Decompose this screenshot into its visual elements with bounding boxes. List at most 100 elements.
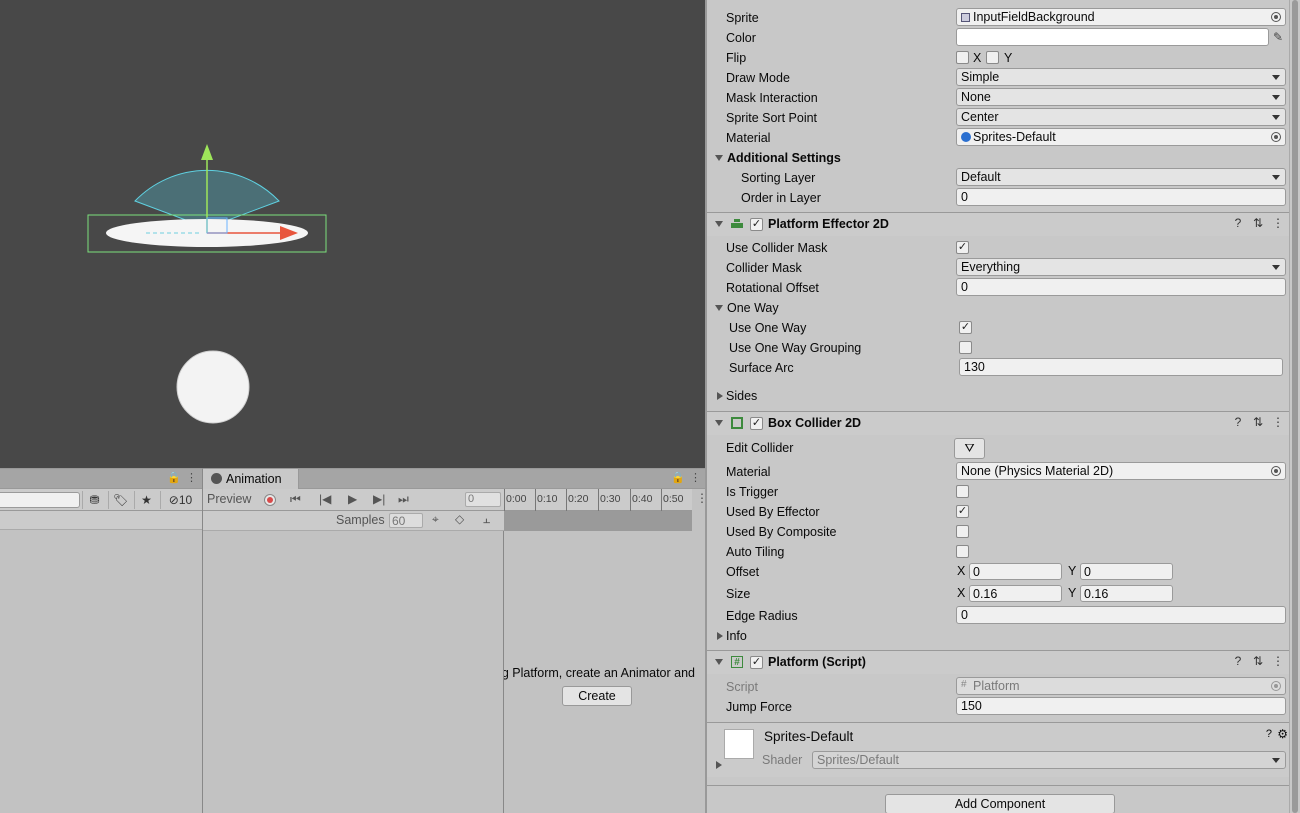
color-swatch[interactable] — [956, 28, 1269, 46]
collider-mask-dropdown[interactable]: Everything — [956, 258, 1286, 276]
auto-tiling-checkbox[interactable] — [956, 545, 969, 558]
sides-row[interactable]: Sides — [707, 386, 1290, 406]
box-collider-enabled-checkbox[interactable]: ✓ — [750, 417, 763, 430]
preview-button[interactable]: Preview — [207, 492, 251, 506]
context-menu-icon[interactable]: ⋮ — [1268, 415, 1288, 429]
physics-material-field[interactable]: None (Physics Material 2D) — [956, 462, 1286, 480]
inspector-scrollbar[interactable] — [1289, 0, 1300, 813]
size-x-input[interactable]: 0.16 — [969, 585, 1062, 602]
used-by-effector-checkbox[interactable]: ✓ — [956, 505, 969, 518]
scene-view[interactable] — [0, 0, 705, 468]
hidden-packages-toggle[interactable]: ⊘ 10 — [160, 491, 200, 509]
sorting-layer-dropdown[interactable]: Default — [956, 168, 1286, 186]
surface-arc-input[interactable]: 130 — [959, 358, 1283, 376]
order-in-layer-input[interactable]: 0 — [956, 188, 1286, 206]
material-icon — [961, 132, 971, 142]
sprite-field[interactable]: InputFieldBackground — [956, 8, 1286, 26]
mask-interaction-dropdown[interactable]: None — [956, 88, 1286, 106]
flip-x-checkbox[interactable] — [956, 51, 969, 64]
platform-script-header[interactable]: # ✓ Platform (Script) ? ⇅ ⋮ — [707, 650, 1292, 674]
animation-properties-area[interactable] — [203, 531, 504, 813]
edge-radius-input[interactable]: 0 — [956, 606, 1286, 624]
foldout-closed-icon[interactable] — [717, 632, 723, 640]
use-one-way-checkbox[interactable]: ✓ — [959, 321, 972, 334]
frame-input[interactable]: 0 — [465, 492, 501, 507]
prev-keyframe-icon[interactable]: |◀ — [319, 492, 331, 506]
settings-gear-icon[interactable]: ⚙ — [1277, 727, 1288, 741]
kebab-menu-icon[interactable]: ⋮ — [186, 471, 197, 484]
next-keyframe-icon[interactable]: ▶| — [373, 492, 385, 506]
add-component-button[interactable]: Add Component — [885, 794, 1115, 813]
lock-icon[interactable]: 🔒 — [167, 471, 181, 484]
info-row[interactable]: Info — [707, 626, 1290, 646]
material-field[interactable]: Sprites-Default — [956, 128, 1286, 146]
anim-kebab-menu-icon[interactable]: ⋮ — [690, 471, 701, 484]
box-collider-header[interactable]: ✓ Box Collider 2D ? ⇅ ⋮ — [707, 411, 1292, 435]
add-key-icon[interactable]: ⫠ — [483, 512, 490, 527]
use-one-way-row: Use One Way ✓ — [707, 318, 1290, 338]
sort-point-dropdown[interactable]: Center — [956, 108, 1286, 126]
object-picker-icon[interactable] — [1271, 466, 1281, 476]
presets-icon[interactable]: ⇅ — [1248, 415, 1268, 429]
foldout-open-icon[interactable] — [715, 420, 723, 426]
used-by-composite-checkbox[interactable] — [956, 525, 969, 538]
presets-icon[interactable]: ⇅ — [1248, 654, 1268, 668]
is-trigger-checkbox[interactable] — [956, 485, 969, 498]
foldout-closed-icon[interactable] — [717, 392, 723, 400]
offset-x-input[interactable]: 0 — [969, 563, 1062, 580]
context-menu-icon[interactable]: ⋮ — [1268, 654, 1288, 668]
tab-animation[interactable]: Animation — [203, 469, 299, 490]
platform-effector-title: Platform Effector 2D — [768, 217, 889, 231]
favorites-star-icon[interactable]: ★ — [134, 491, 158, 509]
foldout-open-icon[interactable] — [715, 155, 723, 161]
record-button[interactable] — [264, 494, 276, 506]
add-event-icon[interactable]: ◇ — [455, 512, 464, 526]
eyedropper-icon[interactable]: ✎ — [1273, 30, 1283, 44]
help-icon[interactable]: ? — [1228, 654, 1248, 668]
context-menu-icon[interactable]: ⋮ — [1268, 216, 1288, 230]
timeline-area[interactable]: g Platform, create an Animator and Creat… — [504, 531, 706, 813]
create-animator-button[interactable]: Create — [562, 686, 632, 706]
object-picker-icon[interactable] — [1271, 132, 1281, 142]
search-input[interactable] — [0, 492, 80, 508]
foldout-open-icon[interactable] — [715, 221, 723, 227]
timeline-event-bar[interactable] — [504, 511, 692, 531]
help-icon[interactable]: ? — [1228, 216, 1248, 230]
foldout-open-icon[interactable] — [715, 305, 723, 311]
samples-input[interactable]: 60 — [389, 513, 423, 528]
last-keyframe-icon[interactable]: ⏭ — [398, 492, 409, 507]
play-icon[interactable]: ▶ — [348, 492, 357, 506]
add-keyframe-icon[interactable]: ⌖ — [432, 512, 439, 527]
first-keyframe-icon[interactable]: ⏮ — [290, 492, 301, 507]
one-way-grouping-checkbox[interactable] — [959, 341, 972, 354]
timeline-ruler[interactable]: 0:00 0:10 0:20 0:30 0:40 0:50 ⋮ — [504, 489, 708, 511]
filter-by-type-icon[interactable]: ⛃ — [82, 491, 106, 509]
script-label: Script — [726, 680, 758, 694]
foldout-open-icon[interactable] — [715, 659, 723, 665]
flip-y-label: Y — [1004, 51, 1013, 65]
scene-canvas[interactable] — [0, 0, 705, 468]
rotational-offset-input[interactable]: 0 — [956, 278, 1286, 296]
jump-force-input[interactable]: 150 — [956, 697, 1286, 715]
anim-lock-icon[interactable]: 🔒 — [671, 471, 685, 484]
platform-effector-enabled-checkbox[interactable]: ✓ — [750, 218, 763, 231]
additional-settings-row[interactable]: Additional Settings — [707, 148, 1290, 168]
script-field: # Platform — [956, 677, 1286, 695]
size-y-input[interactable]: 0.16 — [1080, 585, 1173, 602]
help-icon[interactable]: ? — [1228, 415, 1248, 429]
help-icon[interactable]: ? — [1266, 728, 1272, 740]
material-preview-block[interactable]: Sprites-Default Shader Sprites/Default ?… — [707, 722, 1292, 777]
presets-icon[interactable]: ⇅ — [1248, 216, 1268, 230]
use-collider-mask-checkbox[interactable]: ✓ — [956, 241, 969, 254]
object-picker-icon[interactable] — [1271, 12, 1281, 22]
offset-y-input[interactable]: 0 — [1080, 563, 1173, 580]
foldout-closed-icon[interactable] — [716, 761, 722, 769]
filter-by-label-icon[interactable]: 🏷 — [108, 491, 132, 509]
one-way-row[interactable]: One Way — [707, 298, 1290, 318]
platform-script-enabled-checkbox[interactable]: ✓ — [750, 656, 763, 669]
edit-collider-button[interactable]: ⛛ — [954, 438, 985, 459]
platform-effector-header[interactable]: ✓ Platform Effector 2D ? ⇅ ⋮ — [707, 212, 1292, 236]
draw-mode-dropdown[interactable]: Simple — [956, 68, 1286, 86]
scrollbar-thumb[interactable] — [1292, 0, 1298, 813]
flip-y-checkbox[interactable] — [986, 51, 999, 64]
